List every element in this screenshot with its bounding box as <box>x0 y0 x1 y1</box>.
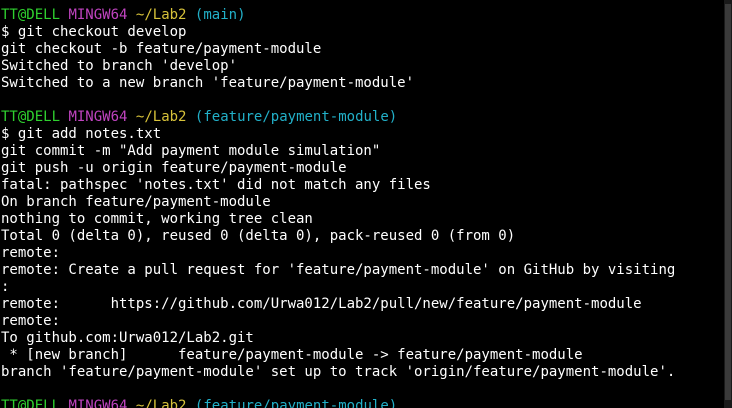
output-line: Switched to a new branch 'feature/paymen… <box>1 75 415 91</box>
output-line: branch 'feature/payment-module' set up t… <box>1 364 676 380</box>
scrollbar-thumb[interactable] <box>725 4 731 400</box>
output-line: On branch feature/payment-module <box>1 194 271 210</box>
prompt-host: MINGW64 <box>68 7 128 23</box>
prompt-branch: (main) <box>194 7 246 23</box>
prompt-path: ~/Lab2 <box>135 398 187 408</box>
command-line: git commit -m "Add payment module simula… <box>1 143 381 159</box>
terminal-output: TT@DELL MINGW64 ~/Lab2 (main) $ git chec… <box>1 7 723 408</box>
prompt-user: TT@DELL <box>1 7 61 23</box>
prompt-line: TT@DELL MINGW64 ~/Lab2 (main) <box>1 7 723 24</box>
output-line: remote: https://github.com/Urwa012/Lab2/… <box>1 296 642 312</box>
prompt-path: ~/Lab2 <box>135 109 187 125</box>
prompt-line: TT@DELL MINGW64 ~/Lab2 (feature/payment-… <box>1 398 723 408</box>
prompt-branch: (feature/payment-module) <box>194 398 398 408</box>
output-line: fatal: pathspec 'notes.txt' did not matc… <box>1 177 431 193</box>
command-line: $ git add notes.txt <box>1 126 162 142</box>
output-line: * [new branch] feature/payment-module ->… <box>1 347 583 363</box>
output-line: remote: <box>1 245 61 261</box>
terminal-window[interactable]: TT@DELL MINGW64 ~/Lab2 (main) $ git chec… <box>0 0 732 408</box>
prompt-host: MINGW64 <box>68 398 128 408</box>
prompt-line: TT@DELL MINGW64 ~/Lab2 (feature/payment-… <box>1 109 723 126</box>
output-line: remote: Create a pull request for 'featu… <box>1 262 676 278</box>
output-line: remote: <box>1 313 61 329</box>
command-line: git checkout -b feature/payment-module <box>1 41 322 57</box>
prompt-host: MINGW64 <box>68 109 128 125</box>
prompt-user: TT@DELL <box>1 398 61 408</box>
output-line: : <box>1 279 10 295</box>
command-line: git push -u origin feature/payment-modul… <box>1 160 347 176</box>
prompt-branch: (feature/payment-module) <box>194 109 398 125</box>
prompt-user: TT@DELL <box>1 109 61 125</box>
output-line: nothing to commit, working tree clean <box>1 211 313 227</box>
output-line: Switched to branch 'develop' <box>1 58 238 74</box>
output-line: Total 0 (delta 0), reused 0 (delta 0), p… <box>1 228 516 244</box>
command-line: $ git checkout develop <box>1 24 187 40</box>
vertical-scrollbar[interactable] <box>724 0 732 408</box>
prompt-path: ~/Lab2 <box>135 7 187 23</box>
output-line: To github.com:Urwa012/Lab2.git <box>1 330 254 346</box>
